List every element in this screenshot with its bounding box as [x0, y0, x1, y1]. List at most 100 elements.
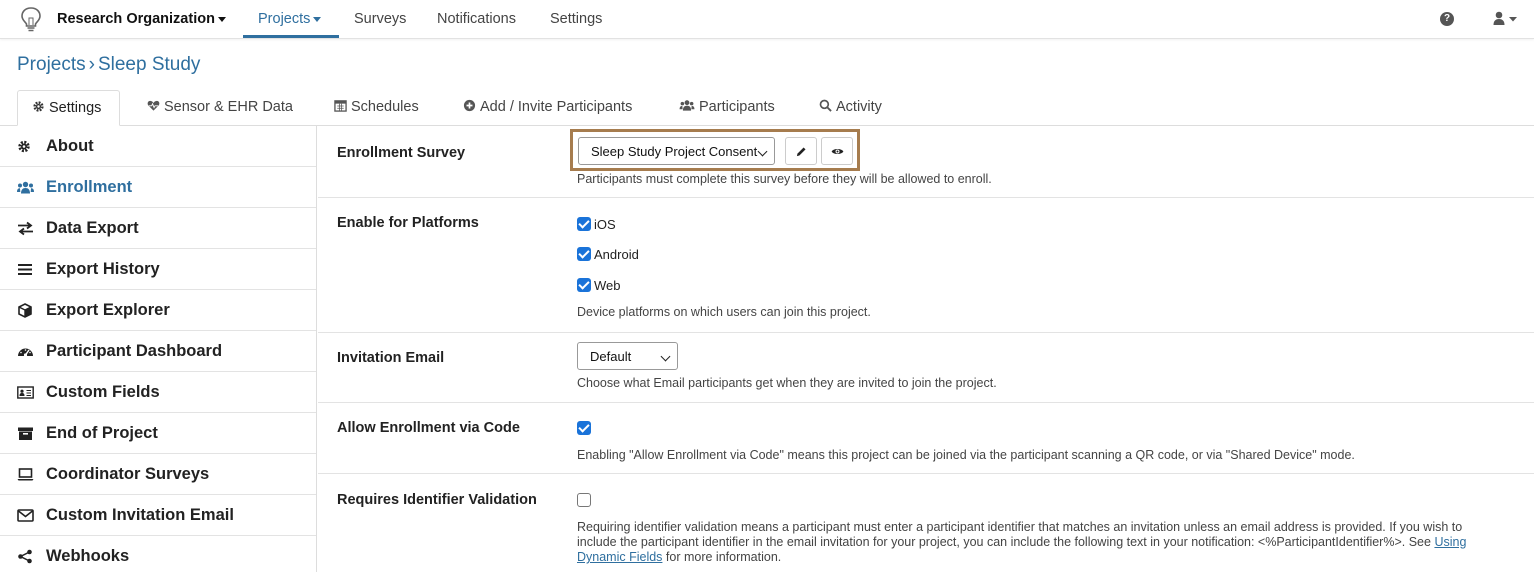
dynamic-fields-link-part1[interactable]: Using [1434, 535, 1466, 549]
tab-add-invite-label: Add / Invite Participants [480, 99, 633, 115]
top-navbar: Research Organization Projects Surveys N… [0, 0, 1534, 39]
gear-icon [33, 101, 44, 112]
breadcrumb-projects-link[interactable]: Projects [17, 54, 86, 75]
list-icon [18, 264, 32, 275]
nav-projects[interactable]: Projects [258, 11, 322, 27]
platforms-help: Device platforms on which users can join… [577, 305, 871, 319]
user-menu-icon[interactable] [1493, 11, 1519, 27]
invitation-email-row: Invitation Email Default Choose what Ema… [318, 333, 1534, 403]
org-name: Research Organization [57, 11, 215, 27]
sidebar-item-custom-invitation-email[interactable]: Custom Invitation Email [0, 495, 316, 536]
sidebar-item-label: Custom Fields [46, 383, 160, 401]
android-checkbox[interactable] [577, 247, 591, 261]
identifier-validation-checkbox[interactable] [577, 493, 591, 507]
tab-activity[interactable]: Activity [819, 90, 882, 126]
invitation-email-selected-value: Default [590, 349, 632, 364]
identifier-validation-help: Requiring identifier validation means a … [577, 520, 1507, 565]
enrollment-survey-label: Enrollment Survey [337, 145, 466, 161]
share-icon [18, 549, 32, 564]
edit-survey-button[interactable] [785, 137, 817, 165]
settings-sidebar: About Enrollment Data Export Export Hist… [0, 126, 317, 572]
identifier-help-line1: Requiring identifier validation means a … [577, 520, 1463, 534]
search-icon [819, 99, 832, 112]
enrollment-survey-row: Enrollment Survey Participants must comp… [318, 126, 1534, 198]
nav-notifications[interactable]: Notifications [437, 11, 516, 27]
preview-survey-button[interactable] [821, 137, 853, 165]
tab-settings-label: Settings [49, 100, 102, 116]
org-switcher[interactable]: Research Organization [57, 11, 226, 27]
users-icon [679, 100, 695, 111]
breadcrumb-separator: › [88, 54, 95, 75]
sidebar-item-about[interactable]: About [0, 126, 316, 167]
heartbeat-icon [147, 100, 160, 111]
identifier-validation-row: Requires Identifier Validation Requiring… [318, 474, 1534, 572]
identifier-help-line2: include the participant identifier in th… [577, 535, 1507, 550]
tab-schedules-label: Schedules [351, 99, 419, 115]
plus-circle-icon [463, 99, 476, 112]
users-icon [17, 181, 34, 194]
tab-add-invite[interactable]: Add / Invite Participants [463, 90, 632, 126]
chevron-down-icon [660, 351, 671, 362]
identifier-help-tail: for more information. [665, 550, 782, 564]
id-card-icon [17, 386, 34, 399]
lightbulb-logo-icon[interactable] [20, 6, 42, 32]
sidebar-item-participant-dashboard[interactable]: Participant Dashboard [0, 331, 316, 372]
active-nav-indicator [243, 35, 339, 38]
tab-schedules[interactable]: Schedules [334, 90, 419, 126]
enroll-code-checkbox[interactable] [577, 421, 591, 435]
ios-label: iOS [594, 217, 616, 232]
tab-participants-label: Participants [699, 99, 775, 115]
help-icon[interactable]: ? [1440, 12, 1454, 26]
enrollment-survey-selected-value: Sleep Study Project Consent [591, 144, 758, 159]
sidebar-item-label: Participant Dashboard [46, 342, 223, 360]
sidebar-item-label: End of Project [46, 424, 158, 442]
cube-icon [18, 303, 32, 318]
gear-icon [18, 140, 30, 153]
archive-icon [18, 427, 33, 440]
invitation-email-label: Invitation Email [337, 350, 445, 366]
caret-down-icon [313, 16, 322, 22]
breadcrumb-current[interactable]: Sleep Study [98, 54, 200, 75]
caret-down-icon [217, 16, 226, 22]
breadcrumb: Projects › Sleep Study [17, 54, 200, 76]
exchange-icon [18, 221, 33, 236]
sidebar-item-data-export[interactable]: Data Export [0, 208, 316, 249]
invitation-email-select[interactable]: Default [577, 342, 678, 370]
ios-checkbox[interactable] [577, 217, 591, 231]
tab-sensor-ehr[interactable]: Sensor & EHR Data [147, 90, 293, 126]
sidebar-item-label: About [46, 137, 94, 155]
identifier-help-line2-text: include the participant identifier in th… [577, 535, 1431, 549]
nav-settings[interactable]: Settings [550, 11, 602, 27]
enroll-code-help: Enabling "Allow Enrollment via Code" mea… [577, 448, 1355, 462]
identifier-help-line3: Dynamic Fields for more information. [577, 550, 1507, 565]
sidebar-item-label: Data Export [46, 219, 139, 237]
nav-projects-label: Projects [258, 11, 311, 27]
calendar-icon [334, 100, 347, 112]
web-label: Web [594, 278, 621, 293]
enrollment-survey-select[interactable]: Sleep Study Project Consent [578, 137, 775, 165]
nav-surveys[interactable]: Surveys [354, 11, 406, 27]
enrollment-survey-help: Participants must complete this survey b… [577, 172, 992, 186]
sidebar-item-export-history[interactable]: Export History [0, 249, 316, 290]
tab-participants[interactable]: Participants [679, 90, 775, 126]
web-checkbox[interactable] [577, 278, 591, 292]
sidebar-item-custom-fields[interactable]: Custom Fields [0, 372, 316, 413]
sidebar-item-label: Custom Invitation Email [46, 506, 234, 524]
tab-settings[interactable]: Settings [17, 90, 120, 126]
sidebar-item-label: Enrollment [46, 178, 133, 196]
sidebar-item-coordinator-surveys[interactable]: Coordinator Surveys [0, 454, 316, 495]
pencil-icon [796, 147, 806, 157]
envelope-icon [17, 509, 34, 522]
dashboard-icon [18, 348, 33, 357]
sidebar-item-webhooks[interactable]: Webhooks [0, 536, 316, 577]
sidebar-item-label: Export Explorer [46, 301, 170, 319]
sidebar-item-export-explorer[interactable]: Export Explorer [0, 290, 316, 331]
chevron-down-icon [757, 146, 768, 157]
sidebar-item-enrollment[interactable]: Enrollment [0, 167, 316, 208]
enroll-code-row: Allow Enrollment via Code Enabling "Allo… [318, 403, 1534, 474]
sidebar-item-label: Export History [46, 260, 160, 278]
platforms-row: Enable for Platforms iOS Android Web Dev… [318, 198, 1534, 333]
sidebar-item-end-of-project[interactable]: End of Project [0, 413, 316, 454]
dynamic-fields-link-part2[interactable]: Dynamic Fields [577, 550, 662, 564]
identifier-validation-label: Requires Identifier Validation [337, 492, 537, 508]
